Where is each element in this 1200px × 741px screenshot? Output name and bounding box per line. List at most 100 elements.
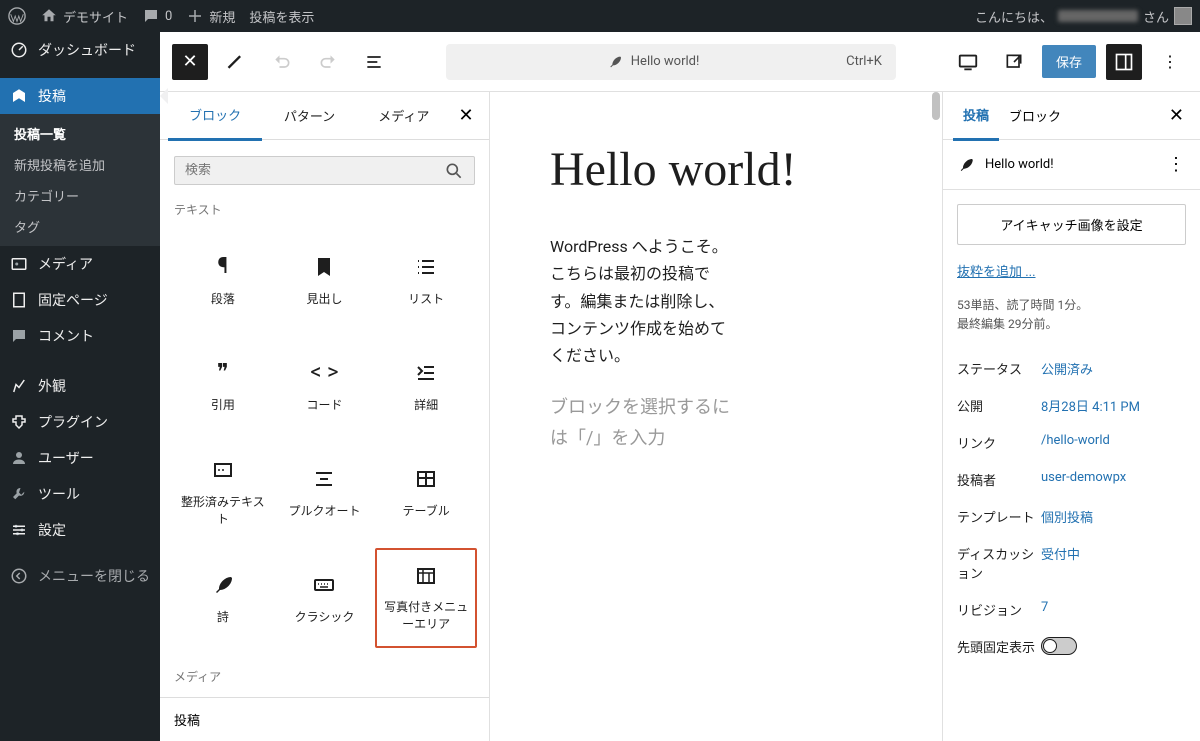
- row-publish[interactable]: 公開8月28日 4:11 PM: [957, 387, 1186, 424]
- view-post-link[interactable]: 投稿を表示: [249, 7, 314, 26]
- tab-patterns[interactable]: パターン: [262, 92, 356, 139]
- toggle-inserter-button[interactable]: ✕: [172, 44, 208, 80]
- block-editor: ✕ Hello world! Ctrl+K 保存 ⋮: [160, 32, 1200, 741]
- table-icon: [414, 466, 438, 492]
- submenu-categories[interactable]: カテゴリー: [0, 180, 160, 211]
- block-photo-menu-area[interactable]: 写真付きメニューエリア: [375, 548, 477, 648]
- greeting-suffix: さん: [1143, 7, 1169, 26]
- word-stats: 53単語、読了時間 1分。: [957, 296, 1186, 315]
- sticky-toggle[interactable]: [1041, 637, 1077, 655]
- row-discussion[interactable]: ディスカッション受付中: [957, 535, 1186, 591]
- code-icon: < >: [310, 360, 338, 386]
- options-button[interactable]: ⋮: [1152, 44, 1188, 80]
- settings-panel: 投稿 ブロック ✕ Hello world! ⋮ アイキャッチ画像を設定 抜粋を…: [942, 92, 1200, 741]
- shortcut-hint: Ctrl+K: [846, 54, 882, 69]
- post-actions-button[interactable]: ⋮: [1167, 154, 1186, 175]
- editor-canvas[interactable]: Hello world! WordPress へようこそ。こちらは最初の投稿です…: [490, 92, 942, 741]
- comments-link[interactable]: 0: [142, 7, 172, 25]
- greeting-prefix: こんにちは、: [975, 7, 1053, 26]
- tools-button[interactable]: [218, 44, 254, 80]
- save-button[interactable]: 保存: [1042, 45, 1096, 78]
- menu-media[interactable]: メディア: [0, 246, 160, 282]
- submenu-tags[interactable]: タグ: [0, 211, 160, 242]
- new-label: 新規: [209, 7, 235, 26]
- block-list[interactable]: リスト: [375, 230, 477, 330]
- wp-logo[interactable]: [8, 7, 26, 25]
- block-code[interactable]: < >コード: [274, 336, 376, 436]
- menu-pages[interactable]: 固定ページ: [0, 282, 160, 318]
- comments-count: 0: [165, 9, 172, 24]
- undo-button[interactable]: [264, 44, 300, 80]
- block-details[interactable]: 詳細: [375, 336, 477, 436]
- editor-header: ✕ Hello world! Ctrl+K 保存 ⋮: [160, 32, 1200, 92]
- tab-media[interactable]: メディア: [357, 92, 451, 139]
- settings-close-button[interactable]: ✕: [1163, 105, 1190, 126]
- site-name: デモサイト: [63, 7, 128, 26]
- pullquote-icon: [312, 466, 336, 492]
- inserter-close-button[interactable]: ✕: [451, 105, 481, 126]
- block-search-input[interactable]: [185, 163, 444, 178]
- block-preformatted[interactable]: 整形済みテキスト: [172, 442, 274, 542]
- greeting[interactable]: こんにちは、 さん: [975, 7, 1192, 26]
- details-icon: [414, 360, 438, 386]
- block-verse[interactable]: 詩: [172, 548, 274, 648]
- block-search[interactable]: [174, 156, 475, 185]
- wp-adminbar: デモサイト 0 新規 投稿を表示 こんにちは、 さん: [0, 0, 1200, 32]
- settings-doc-title: Hello world!: [985, 157, 1054, 172]
- quote-icon: ❞: [217, 360, 229, 386]
- bookmark-icon: [312, 254, 336, 280]
- document-title-bar[interactable]: Hello world! Ctrl+K: [446, 44, 896, 80]
- post-title[interactable]: Hello world!: [550, 142, 882, 197]
- row-link[interactable]: リンク/hello-world: [957, 424, 1186, 461]
- site-link[interactable]: デモサイト: [40, 7, 128, 26]
- block-heading[interactable]: 見出し: [274, 230, 376, 330]
- post-paragraph[interactable]: WordPress へようこそ。こちらは最初の投稿です。編集または削除し、コンテ…: [550, 233, 740, 369]
- feather-icon: [607, 54, 623, 70]
- block-table[interactable]: テーブル: [375, 442, 477, 542]
- document-overview-button[interactable]: [356, 44, 392, 80]
- section-media-label: メディア: [160, 668, 489, 685]
- search-icon: [444, 161, 464, 181]
- block-pullquote[interactable]: プルクオート: [274, 442, 376, 542]
- add-excerpt-link[interactable]: 抜粋を追加 ...: [957, 261, 1036, 280]
- menu-plugins[interactable]: プラグイン: [0, 404, 160, 440]
- row-author[interactable]: 投稿者user-demowpx: [957, 461, 1186, 498]
- new-link[interactable]: 新規: [186, 7, 235, 26]
- submenu-posts: 投稿一覧 新規投稿を追加 カテゴリー タグ: [0, 114, 160, 246]
- view-button[interactable]: [950, 44, 986, 80]
- submenu-all-posts[interactable]: 投稿一覧: [0, 118, 160, 149]
- menu-collapse[interactable]: メニューを閉じる: [0, 558, 160, 594]
- menu-users[interactable]: ユーザー: [0, 440, 160, 476]
- submenu-new-post[interactable]: 新規投稿を追加: [0, 149, 160, 180]
- block-classic[interactable]: クラシック: [274, 548, 376, 648]
- paragraph-icon: ¶: [217, 254, 228, 280]
- block-appender-placeholder[interactable]: ブロックを選択するには「/」を入力: [550, 393, 740, 454]
- avatar: [1174, 7, 1192, 25]
- settings-toggle-button[interactable]: [1106, 44, 1142, 80]
- menu-tools[interactable]: ツール: [0, 476, 160, 512]
- menu-posts[interactable]: 投稿: [0, 78, 160, 114]
- menu-comments[interactable]: コメント: [0, 318, 160, 354]
- feather-icon: [957, 156, 975, 174]
- set-featured-image-button[interactable]: アイキャッチ画像を設定: [957, 204, 1186, 245]
- preview-button[interactable]: [996, 44, 1032, 80]
- redo-button[interactable]: [310, 44, 346, 80]
- tab-post[interactable]: 投稿: [953, 92, 999, 141]
- block-quote[interactable]: ❞引用: [172, 336, 274, 436]
- last-edit: 最終編集 29分前。: [957, 315, 1186, 334]
- row-revisions[interactable]: リビジョン7: [957, 591, 1186, 628]
- menu-settings[interactable]: 設定: [0, 512, 160, 548]
- canvas-scrollbar[interactable]: [932, 92, 940, 120]
- menu-appearance[interactable]: 外観: [0, 368, 160, 404]
- section-text-label: テキスト: [160, 201, 489, 218]
- admin-menu: ダッシュボード 投稿 投稿一覧 新規投稿を追加 カテゴリー タグ メディア 固定…: [0, 32, 160, 741]
- grid-icon: [414, 564, 438, 588]
- tab-blocks[interactable]: ブロック: [168, 92, 262, 141]
- block-inserter: ブロック パターン メディア ✕ テキスト ¶段落 見出し リスト ❞引用 < …: [160, 92, 490, 741]
- tab-block[interactable]: ブロック: [999, 92, 1071, 139]
- row-status[interactable]: ステータス公開済み: [957, 350, 1186, 387]
- inserter-footer: 投稿: [160, 697, 489, 741]
- block-paragraph[interactable]: ¶段落: [172, 230, 274, 330]
- row-template[interactable]: テンプレート個別投稿: [957, 498, 1186, 535]
- menu-dashboard[interactable]: ダッシュボード: [0, 32, 160, 68]
